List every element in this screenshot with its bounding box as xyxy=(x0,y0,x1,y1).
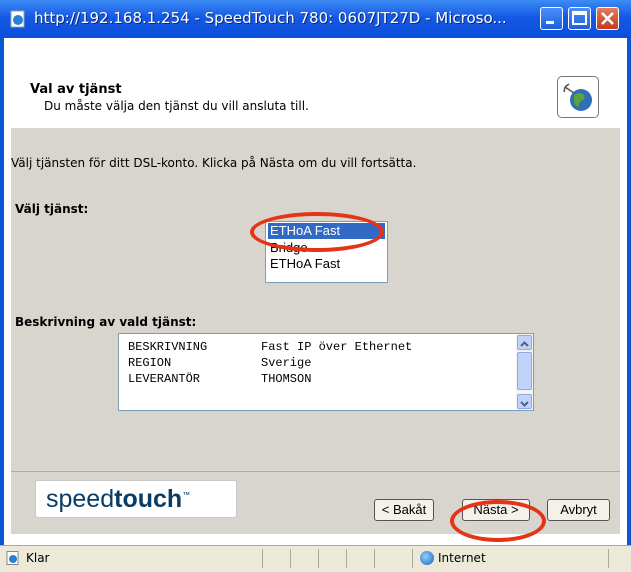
description-value: THOMSON xyxy=(261,372,312,386)
description-key: LEVERANTÖR xyxy=(128,372,201,386)
page-title: Val av tjänst xyxy=(30,82,122,97)
back-button[interactable]: < Bakåt xyxy=(374,499,434,521)
status-divider xyxy=(374,549,375,568)
description-box[interactable]: BESKRIVNING Fast IP över Ethernet REGION… xyxy=(118,333,534,411)
ie-page-icon xyxy=(10,10,25,28)
scroll-up-icon[interactable] xyxy=(517,335,532,350)
wizard-header: Val av tjänst Du måste välja den tjänst … xyxy=(4,38,627,128)
service-option-ethoa-fast-selected[interactable]: ETHoA Fast xyxy=(268,223,385,239)
minimize-button[interactable] xyxy=(540,7,563,30)
maximize-icon xyxy=(572,11,587,25)
status-divider xyxy=(346,549,347,568)
wizard-page: Val av tjänst Du måste välja den tjänst … xyxy=(4,38,627,545)
browser-window: http://192.168.1.254 - SpeedTouch 780: 0… xyxy=(0,0,631,572)
internet-zone-icon xyxy=(420,551,434,565)
description-value: Sverige xyxy=(261,356,312,370)
page-subtitle: Du måste välja den tjänst du vill anslut… xyxy=(44,99,309,113)
wizard-footer: speedtouch™ < Bakåt Nästa > Avbryt xyxy=(11,471,620,534)
logo-text: speedtouch™ xyxy=(46,485,191,513)
title-bar[interactable]: http://192.168.1.254 - SpeedTouch 780: 0… xyxy=(0,0,631,38)
status-bar: Klar Internet xyxy=(0,545,631,572)
status-text: Klar xyxy=(26,551,50,565)
ie-page-icon xyxy=(6,551,19,565)
window-title: http://192.168.1.254 - SpeedTouch 780: 0… xyxy=(34,9,507,27)
description-key: BESKRIVNING xyxy=(128,340,208,354)
service-listbox[interactable]: ETHoA Fast Bridge ETHoA Fast xyxy=(265,221,388,283)
status-divider xyxy=(608,549,609,568)
cancel-button[interactable]: Avbryt xyxy=(547,499,610,521)
service-option-bridge[interactable]: Bridge xyxy=(268,240,385,256)
content-panel: Välj tjänsten för ditt DSL-konto. Klicka… xyxy=(11,128,620,471)
description-value: Fast IP över Ethernet xyxy=(261,340,413,354)
close-button[interactable] xyxy=(596,7,619,30)
globe-wizard-icon xyxy=(557,76,599,118)
status-divider xyxy=(318,549,319,568)
status-divider xyxy=(290,549,291,568)
scroll-thumb[interactable] xyxy=(517,352,532,390)
service-option-ethoa-fast[interactable]: ETHoA Fast xyxy=(268,256,385,272)
intro-text: Välj tjänsten för ditt DSL-konto. Klicka… xyxy=(11,156,417,170)
minimize-icon xyxy=(546,21,554,24)
status-divider xyxy=(412,549,413,568)
status-divider xyxy=(262,549,263,568)
description-key: REGION xyxy=(128,356,172,370)
service-label: Välj tjänst: xyxy=(15,202,89,216)
description-label: Beskrivning av vald tjänst: xyxy=(15,315,197,329)
speedtouch-logo: speedtouch™ xyxy=(35,480,237,518)
security-zone-text: Internet xyxy=(438,551,486,565)
description-scrollbar[interactable] xyxy=(516,334,533,410)
close-icon xyxy=(601,12,614,25)
next-button[interactable]: Nästa > xyxy=(462,499,530,521)
maximize-button[interactable] xyxy=(568,7,591,30)
scroll-down-icon[interactable] xyxy=(517,394,532,409)
